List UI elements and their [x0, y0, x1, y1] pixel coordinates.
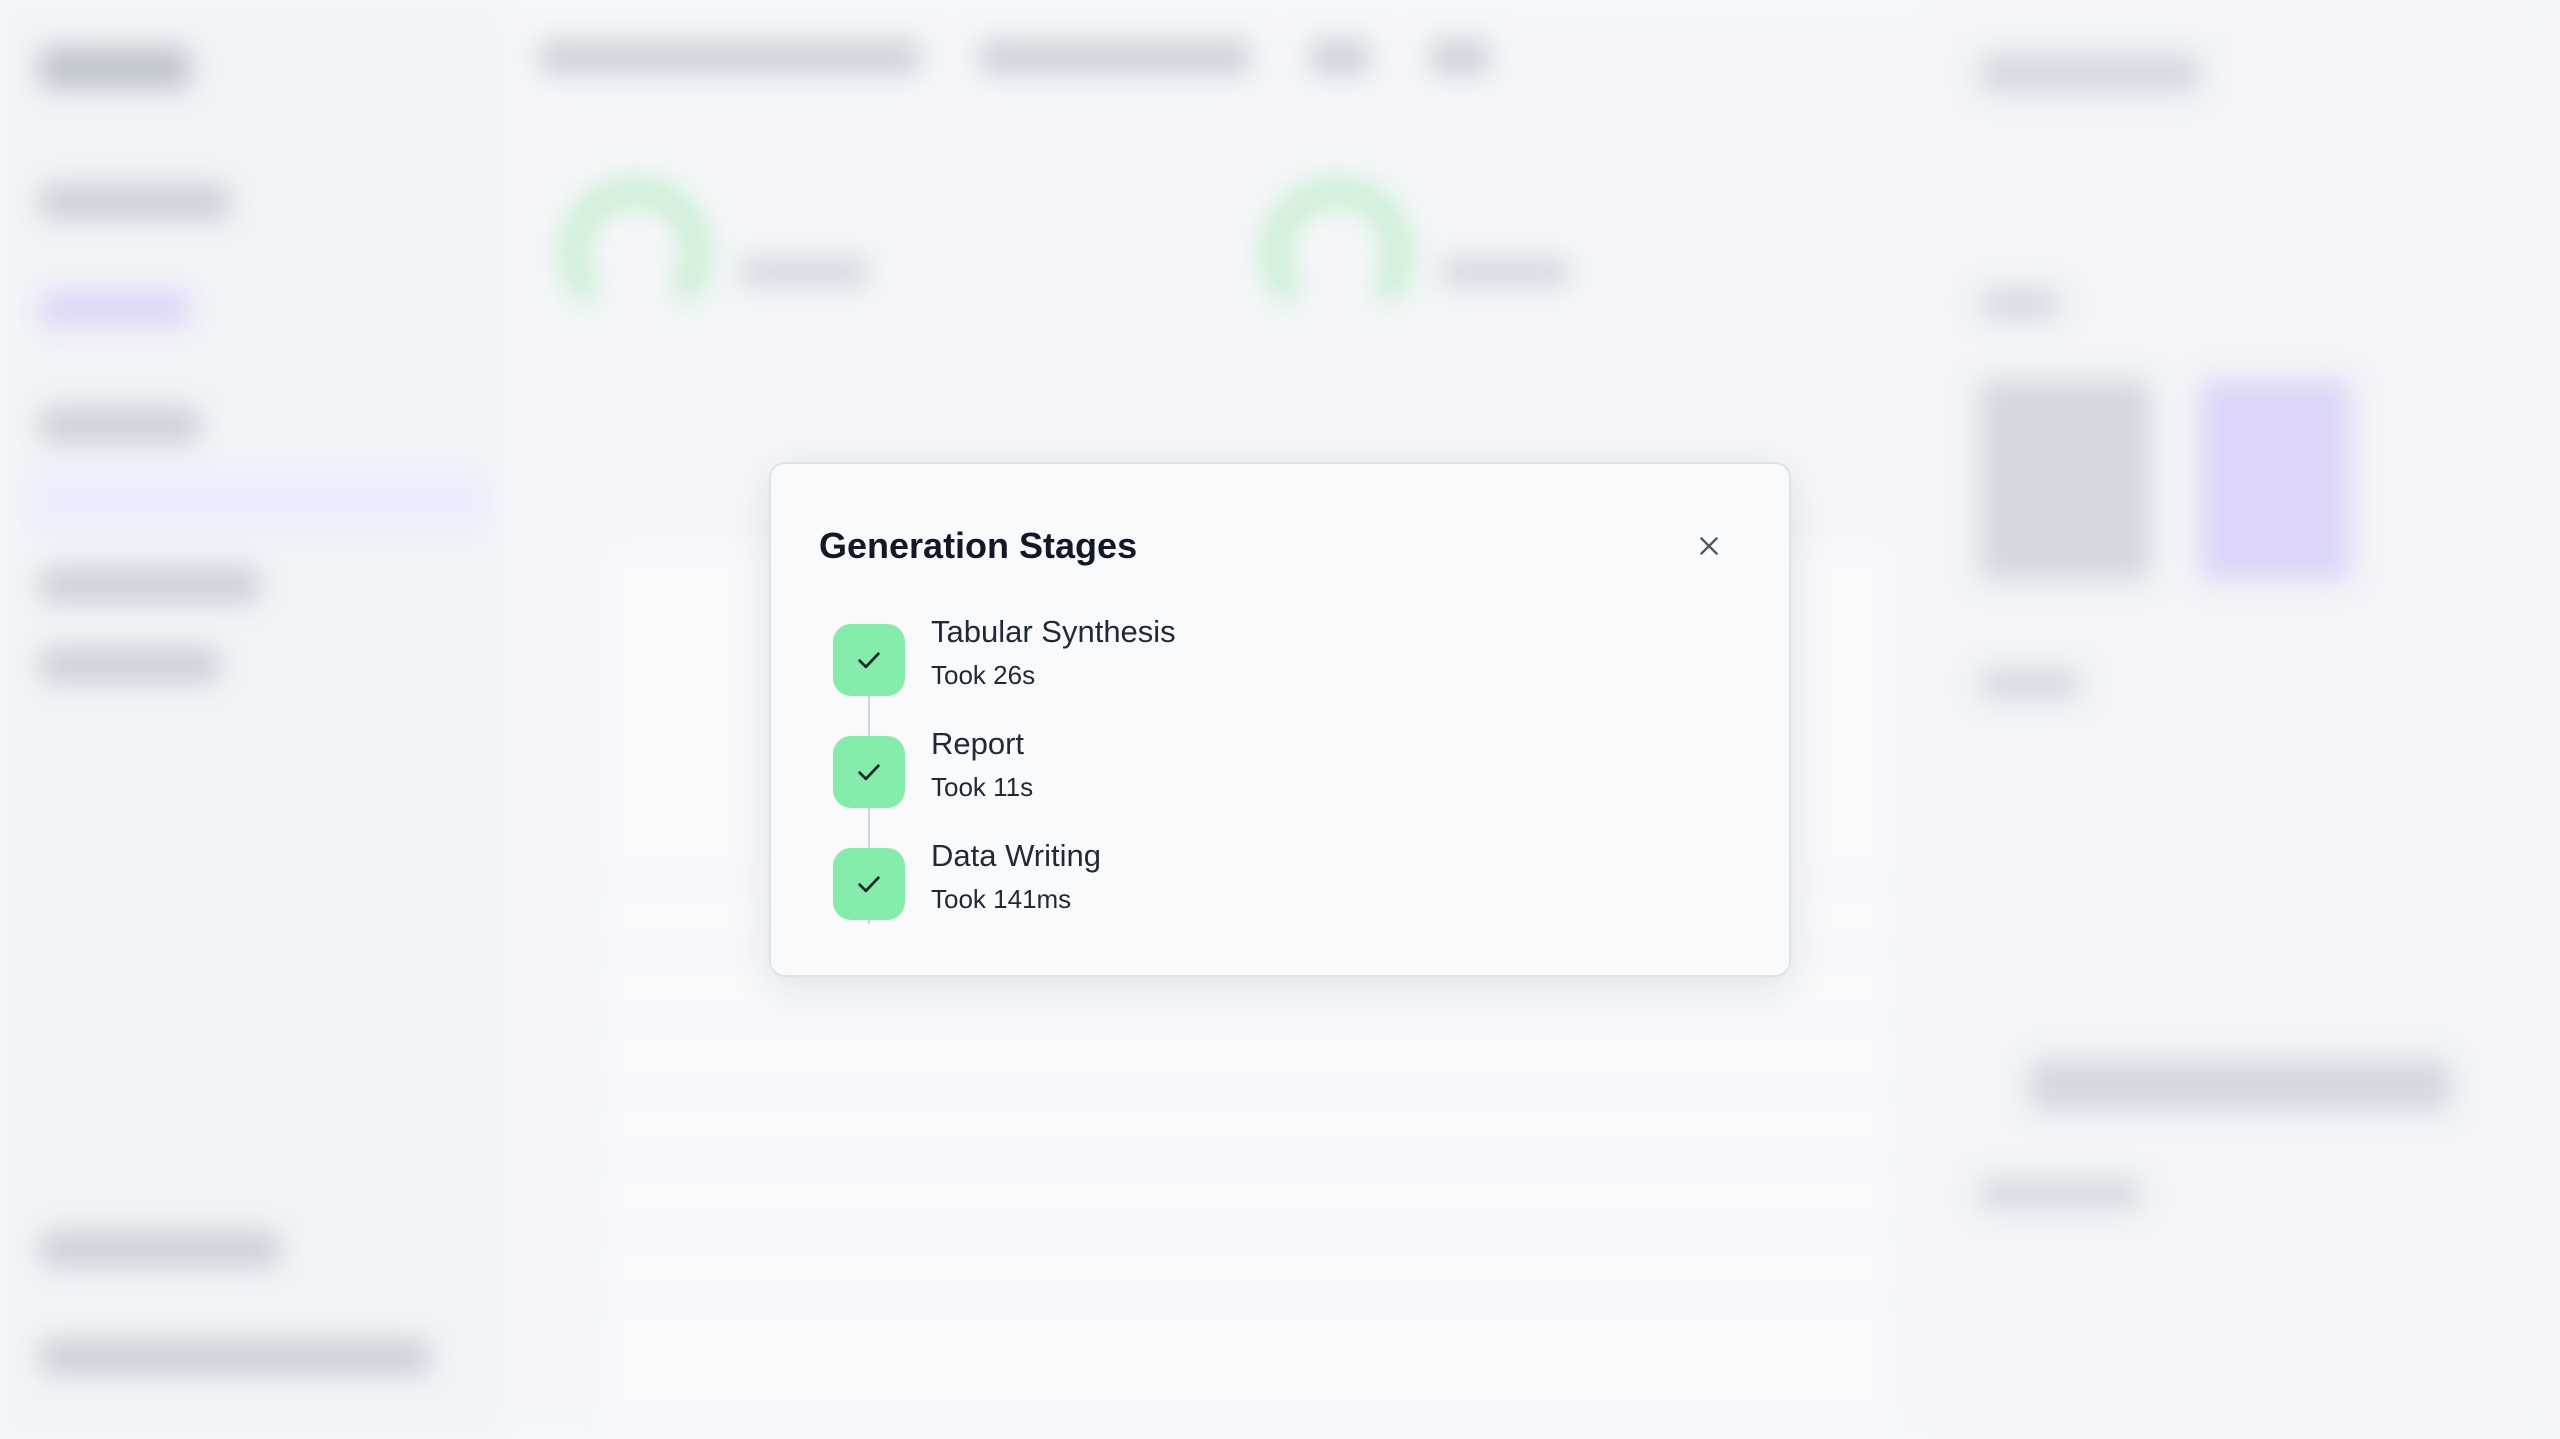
- stage-status-badge: [833, 624, 905, 696]
- background-pill: [980, 40, 1250, 74]
- stage-duration: Took 11s: [931, 772, 1034, 802]
- check-icon: [858, 652, 880, 669]
- background-block: [2200, 380, 2350, 580]
- background-gauge: [1262, 178, 1412, 328]
- background-sidebar: [0, 0, 500, 1439]
- background-right-panel: [1930, 0, 2560, 1439]
- background-block: [2030, 1060, 2450, 1110]
- stage-connector: [868, 808, 870, 848]
- background-block: [1980, 1180, 2140, 1208]
- stage-duration: Took 141ms: [931, 884, 1072, 914]
- stage-name: Data Writing: [931, 838, 1101, 873]
- background-block: [740, 258, 870, 286]
- background-nav-item: [40, 292, 190, 326]
- background-nav-item: [40, 185, 230, 219]
- background-nav-item: [40, 408, 200, 442]
- stage-connector: [868, 696, 870, 736]
- modal-title: Generation Stages: [819, 525, 1138, 566]
- stage-status-badge: [833, 736, 905, 808]
- background-row: [520, 1020, 1900, 1022]
- stage-item: Tabular Synthesis Took 26s: [833, 614, 1733, 700]
- background-toolbar: [540, 40, 1880, 90]
- background-block: [1980, 380, 2150, 580]
- background-block: [1980, 55, 2200, 91]
- check-icon: [858, 764, 880, 781]
- background-row: [520, 1160, 1900, 1162]
- check-icon: [858, 876, 880, 893]
- stage-duration: Took 26s: [931, 660, 1036, 690]
- background-pill: [540, 40, 920, 74]
- background-pill: [1310, 40, 1370, 74]
- close-button[interactable]: [1687, 524, 1731, 568]
- background-nav-selected: [28, 470, 488, 534]
- background-nav-item: [40, 1340, 430, 1374]
- background-nav-item: [40, 648, 220, 682]
- background-logo: [40, 48, 190, 88]
- background-block: [1980, 670, 2080, 698]
- close-icon: [1700, 537, 1718, 555]
- background-row: [520, 1090, 1900, 1092]
- background-row: [520, 1230, 1900, 1232]
- stage-item: Data Writing Took 141ms: [833, 838, 1733, 924]
- background-gauge: [560, 178, 710, 328]
- background-nav-item: [40, 568, 260, 602]
- background-block: [1980, 290, 2060, 318]
- background-row: [520, 1300, 1900, 1302]
- stage-name: Tabular Synthesis: [931, 614, 1176, 649]
- generation-stages-modal: Generation Stages Tabular Synthesis Took…: [769, 462, 1791, 977]
- stage-name: Report: [931, 726, 1025, 761]
- background-block: [1440, 258, 1570, 286]
- stage-status-badge: [833, 848, 905, 920]
- background-nav-item: [40, 1232, 280, 1266]
- background-pill: [1430, 40, 1490, 74]
- stage-item: Report Took 11s: [833, 726, 1733, 812]
